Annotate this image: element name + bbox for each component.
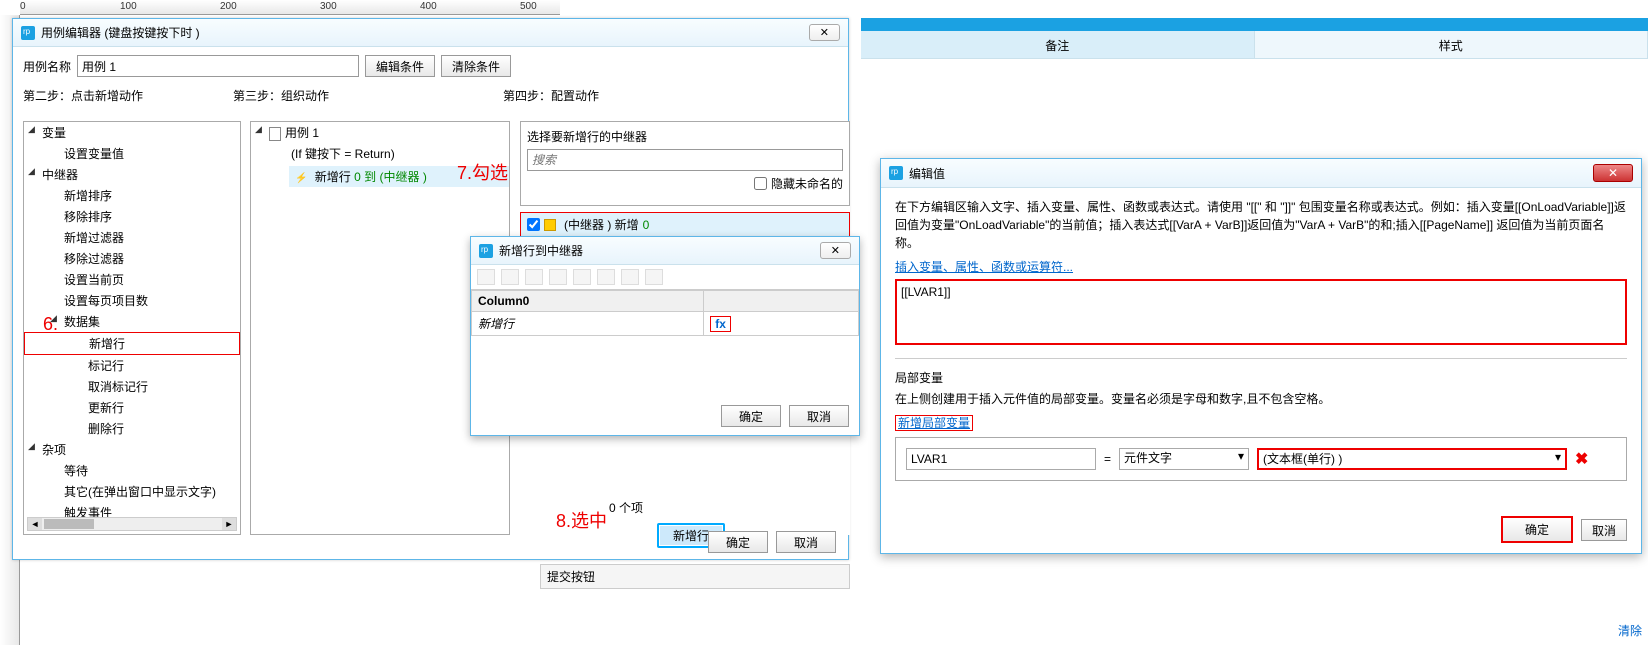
- step2-label: 第二步：点击新增动作: [23, 87, 233, 104]
- editval-title: 编辑值: [909, 165, 945, 182]
- clear-link[interactable]: 清除: [1618, 622, 1642, 639]
- delete-localvar-icon[interactable]: ✖: [1575, 449, 1588, 469]
- tree-item-addrow[interactable]: 新增行: [24, 332, 240, 355]
- tree-item[interactable]: 设置变量值: [24, 143, 240, 164]
- toolbar-btn[interactable]: [621, 269, 639, 285]
- tree-item[interactable]: 移除排序: [24, 206, 240, 227]
- expression-textarea[interactable]: [895, 279, 1627, 345]
- tree-item[interactable]: 标记行: [24, 355, 240, 376]
- column-header[interactable]: Column0: [472, 291, 704, 312]
- addrows-ok-button[interactable]: 确定: [721, 405, 781, 427]
- addrows-cancel-button[interactable]: 取消: [789, 405, 849, 427]
- dialog-title-text: 用例编辑器 (键盘按键按下时 ): [41, 24, 200, 41]
- local-var-title: 局部变量: [895, 369, 1627, 386]
- addrows-title: 新增行到中继器: [499, 242, 583, 259]
- repeater-checkbox[interactable]: [527, 218, 540, 231]
- row-label: 新增行: [472, 312, 704, 336]
- step4-label: 第四步：配置动作: [503, 87, 838, 104]
- edit-condition-button[interactable]: 编辑条件: [365, 55, 435, 77]
- editval-description: 在下方编辑区输入文字、插入变量、属性、函数或表达式。请使用 "[[" 和 "]]…: [895, 198, 1627, 252]
- localvar-name-input[interactable]: [906, 448, 1096, 470]
- bottom-panel: 提交按钮: [540, 564, 1648, 597]
- toolbar-btn[interactable]: [477, 269, 495, 285]
- action-tree[interactable]: 变量 设置变量值 中继器 新增排序 移除排序 新增过滤器 移除过滤器 设置当前页…: [23, 121, 241, 535]
- fx-button[interactable]: fx: [710, 316, 731, 332]
- scroll-right-icon[interactable]: ►: [222, 518, 236, 530]
- toolbar-btn[interactable]: [573, 269, 591, 285]
- case-node[interactable]: 用例 1: [251, 122, 509, 143]
- rp-icon: [889, 166, 903, 180]
- case-name-input[interactable]: [77, 55, 359, 77]
- editval-ok-button[interactable]: 确定: [1501, 516, 1573, 543]
- cancel-button[interactable]: 取消: [776, 531, 836, 553]
- addrows-toolbar: [471, 265, 859, 290]
- toolbar-btn[interactable]: [549, 269, 567, 285]
- case-name-label: 用例名称: [23, 58, 71, 75]
- scroll-thumb[interactable]: [44, 519, 94, 529]
- tree-group-repeater[interactable]: 中继器: [24, 164, 240, 185]
- toolbar-btn[interactable]: [597, 269, 615, 285]
- tree-item[interactable]: 设置每页项目数: [24, 290, 240, 311]
- tree-group-dataset[interactable]: 数据集: [24, 311, 240, 332]
- repeater-icon: [544, 218, 560, 232]
- page-icon: [269, 126, 285, 140]
- add-local-var-link[interactable]: 新增局部变量: [895, 415, 973, 431]
- insert-variable-link[interactable]: 插入变量、属性、函数或运算符...: [895, 260, 1073, 274]
- addrows-table: Column0 新增行 fx: [471, 290, 859, 336]
- localvar-target-select[interactable]: (文本框(单行) ) ▾: [1257, 448, 1567, 470]
- widget-item[interactable]: 提交按钮: [540, 564, 850, 589]
- add-rows-dialog: 新增行到中继器 ✕ Column0 新增行 fx 确定 取消: [470, 236, 860, 436]
- localvar-type-select[interactable]: 元件文字 ▾: [1119, 448, 1249, 470]
- tree-item[interactable]: 新增排序: [24, 185, 240, 206]
- toolbar-btn[interactable]: [525, 269, 543, 285]
- repeater-checked-row[interactable]: (中继器 ) 新增 0: [520, 212, 850, 237]
- tree-group-misc[interactable]: 杂项: [24, 439, 240, 460]
- tree-item[interactable]: 设置当前页: [24, 269, 240, 290]
- tree-item[interactable]: 删除行: [24, 418, 240, 439]
- local-var-desc: 在上侧创建用于插入元件值的局部变量。变量名必须是字母和数字,且不包含空格。: [895, 390, 1627, 408]
- scroll-left-icon[interactable]: ◄: [28, 518, 42, 530]
- close-icon[interactable]: ✕: [1593, 164, 1633, 182]
- bolt-icon: [295, 170, 311, 184]
- step3-label: 第三步：组织动作: [233, 87, 503, 104]
- ok-button[interactable]: 确定: [708, 531, 768, 553]
- dialog-titlebar: 用例编辑器 (键盘按键按下时 ) ✕: [13, 19, 848, 47]
- toolbar-btn[interactable]: [501, 269, 519, 285]
- equals-label: =: [1104, 452, 1111, 466]
- edit-value-dialog: 编辑值 ✕ 在下方编辑区输入文字、插入变量、属性、函数或表达式。请使用 "[["…: [880, 158, 1642, 554]
- editval-cancel-button[interactable]: 取消: [1581, 519, 1627, 541]
- horizontal-scrollbar[interactable]: ◄ ►: [27, 517, 237, 531]
- hide-unnamed-label: 隐藏未命名的: [771, 175, 843, 192]
- action-row[interactable]: 新增行 0 到 (中继器 ): [289, 166, 509, 187]
- right-accent-bar: [861, 18, 1648, 31]
- close-icon[interactable]: ✕: [809, 24, 840, 41]
- rp-icon: [21, 26, 35, 40]
- local-var-row: = 元件文字 ▾ (文本框(单行) ) ▾ ✖: [895, 437, 1627, 481]
- tree-item[interactable]: 取消标记行: [24, 376, 240, 397]
- item-count: 0 个项: [609, 499, 643, 516]
- tab-notes[interactable]: 备注: [861, 31, 1255, 58]
- rp-icon: [479, 244, 493, 258]
- tree-group-variables[interactable]: 变量: [24, 122, 240, 143]
- right-panel-tabs: 备注 样式: [861, 31, 1648, 59]
- search-input[interactable]: [527, 149, 843, 171]
- tree-item[interactable]: 其它(在弹出窗口中显示文字): [24, 481, 240, 502]
- tab-style[interactable]: 样式: [1255, 31, 1648, 58]
- config-label: 选择要新增行的中继器: [527, 128, 843, 145]
- toolbar-btn[interactable]: [645, 269, 663, 285]
- clear-condition-button[interactable]: 清除条件: [441, 55, 511, 77]
- condition-text: (If 键按下 = Return): [251, 143, 509, 164]
- tree-item[interactable]: 更新行: [24, 397, 240, 418]
- horizontal-ruler: 0 100 200 300 400 500: [20, 0, 560, 15]
- tree-item[interactable]: 等待: [24, 460, 240, 481]
- hide-unnamed-checkbox[interactable]: [754, 177, 767, 190]
- close-icon[interactable]: ✕: [820, 242, 851, 259]
- tree-item[interactable]: 移除过滤器: [24, 248, 240, 269]
- tree-item[interactable]: 新增过滤器: [24, 227, 240, 248]
